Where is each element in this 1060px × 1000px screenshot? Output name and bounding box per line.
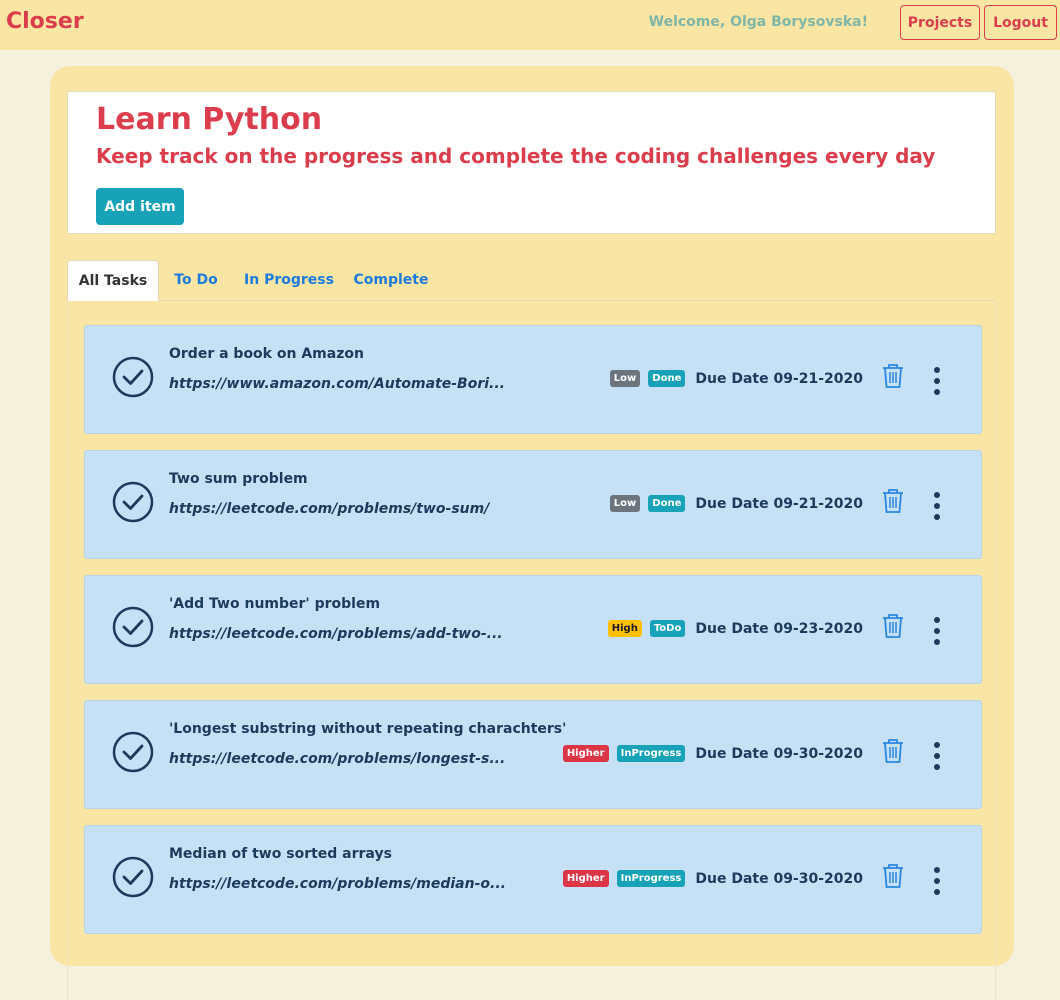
kebab-menu-icon[interactable]	[931, 741, 943, 771]
task-title: Order a book on Amazon	[169, 346, 364, 362]
priority-badge: High	[607, 620, 642, 637]
task-card: 'Longest substring without repeating cha…	[84, 700, 982, 809]
trash-icon[interactable]	[882, 488, 904, 514]
task-title: Two sum problem	[169, 471, 308, 487]
tab-all-tasks[interactable]: All Tasks	[67, 260, 159, 301]
kebab-menu-icon[interactable]	[931, 616, 943, 646]
task-link[interactable]: https://leetcode.com/problems/add-two-..…	[169, 626, 503, 642]
task-title: 'Longest substring without repeating cha…	[169, 721, 567, 737]
task-meta: Higher InProgress Due Date 09-30-2020	[562, 745, 863, 762]
check-circle-icon[interactable]	[112, 356, 154, 398]
check-circle-icon[interactable]	[112, 731, 154, 773]
trash-icon[interactable]	[882, 738, 904, 764]
priority-badge: Low	[609, 495, 641, 512]
project-board: Learn Python Keep track on the progress …	[50, 66, 1014, 1000]
task-meta: Higher InProgress Due Date 09-30-2020	[562, 870, 863, 887]
task-meta: Low Done Due Date 09-21-2020	[609, 370, 863, 387]
tab-to-do[interactable]: To Do	[167, 260, 225, 300]
kebab-menu-icon[interactable]	[931, 491, 943, 521]
task-title: Median of two sorted arrays	[169, 846, 392, 862]
task-card: 'Add Two number' problem https://leetcod…	[84, 575, 982, 684]
priority-badge: Low	[609, 370, 641, 387]
priority-badge: Higher	[562, 870, 609, 887]
task-title: 'Add Two number' problem	[169, 596, 381, 612]
tab-in-progress[interactable]: In Progress	[239, 260, 339, 300]
tab-complete[interactable]: Complete	[353, 260, 429, 300]
task-link[interactable]: https://leetcode.com/problems/median-o..…	[169, 876, 506, 892]
check-circle-icon[interactable]	[112, 606, 154, 648]
due-date: Due Date 09-30-2020	[695, 745, 863, 762]
project-header: Learn Python Keep track on the progress …	[67, 91, 996, 234]
status-badge: Done	[648, 495, 686, 512]
add-item-button[interactable]: Add item	[96, 188, 184, 225]
task-meta: Low Done Due Date 09-21-2020	[609, 495, 863, 512]
status-badge: Done	[648, 370, 686, 387]
status-badge: InProgress	[616, 745, 686, 762]
task-link[interactable]: https://leetcode.com/problems/two-sum/	[169, 501, 489, 517]
check-circle-icon[interactable]	[112, 481, 154, 523]
trash-icon[interactable]	[882, 863, 904, 889]
status-badge: ToDo	[649, 620, 686, 637]
welcome-message: Welcome, Olga Borysovska!	[648, 14, 868, 30]
task-tabs: All Tasks To Do In Progress Complete	[67, 260, 996, 301]
due-date: Due Date 09-21-2020	[695, 495, 863, 512]
priority-badge: Higher	[562, 745, 609, 762]
task-link[interactable]: https://www.amazon.com/Automate-Bori...	[169, 376, 505, 392]
trash-icon[interactable]	[882, 363, 904, 389]
due-date: Due Date 09-30-2020	[695, 870, 863, 887]
task-card: Order a book on Amazon https://www.amazo…	[84, 325, 982, 434]
project-title: Learn Python	[96, 102, 323, 137]
task-link[interactable]: https://leetcode.com/problems/longest-s.…	[169, 751, 505, 767]
status-badge: InProgress	[616, 870, 686, 887]
kebab-menu-icon[interactable]	[931, 366, 943, 396]
projects-button[interactable]: Projects	[900, 5, 980, 40]
kebab-menu-icon[interactable]	[931, 866, 943, 896]
trash-icon[interactable]	[882, 613, 904, 639]
due-date: Due Date 09-21-2020	[695, 370, 863, 387]
brand-logo[interactable]: Closer	[6, 9, 84, 34]
task-list: Order a book on Amazon https://www.amazo…	[67, 300, 996, 1000]
task-card: Median of two sorted arrays https://leet…	[84, 825, 982, 934]
task-card: Two sum problem https://leetcode.com/pro…	[84, 450, 982, 559]
check-circle-icon[interactable]	[112, 856, 154, 898]
due-date: Due Date 09-23-2020	[695, 620, 863, 637]
project-subtitle: Keep track on the progress and complete …	[96, 144, 936, 168]
task-meta: High ToDo Due Date 09-23-2020	[607, 620, 863, 637]
logout-button[interactable]: Logout	[984, 5, 1057, 40]
navbar: Closer Welcome, Olga Borysovska! Project…	[0, 0, 1060, 50]
